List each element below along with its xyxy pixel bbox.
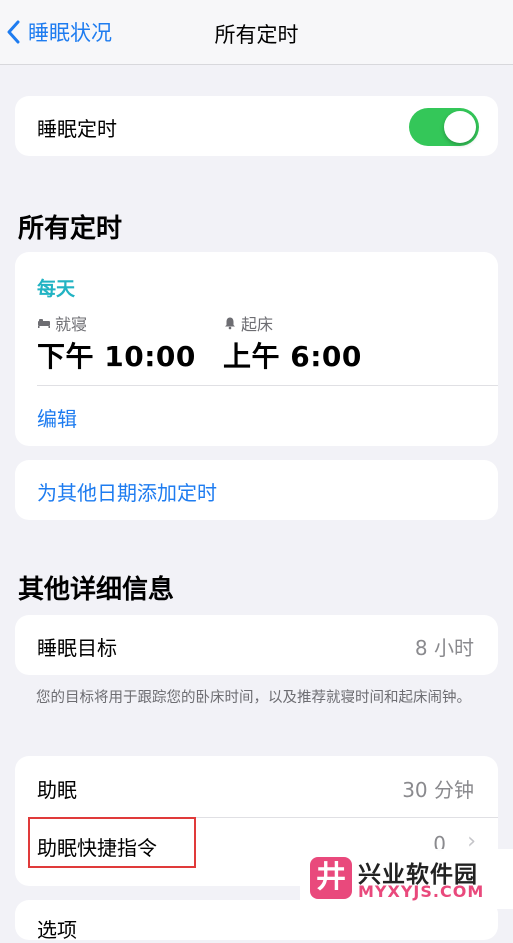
bed-icon [38,319,50,328]
add-schedule-button[interactable]: 为其他日期添加定时 [37,477,217,506]
bell-icon [225,317,235,330]
page-title: 所有定时 [214,23,299,47]
all-schedules-heading: 所有定时 [18,214,123,244]
sleep-schedule-card: 睡眠定时 [15,96,498,156]
wind-down-label[interactable]: 助眠 [37,774,77,803]
sleep-schedule-label: 睡眠定时 [37,117,117,141]
options-label[interactable]: 选项 [37,914,77,943]
sleep-schedule-toggle[interactable] [409,108,479,146]
sleep-goal-label: 睡眠目标 [37,636,117,660]
wake-label: 起床 [241,315,274,334]
highlight-box [28,817,196,868]
schedule-days: 每天 [37,278,76,300]
schedule-card: 每天 就寝 下午 10:00 起床 上午 6:00 编辑 [15,252,498,446]
watermark-logo: 井 [310,857,352,899]
wake-caption: 起床 [223,311,273,335]
sleep-goal-footnote: 您的目标将用于跟踪您的卧床时间，以及推荐就寝时间和起床闹钟。 [36,690,471,706]
sleep-goal-value: 8 小时 [414,636,474,660]
wake-value: 上午 6:00 [223,340,362,373]
sleep-goal-row[interactable]: 睡眠目标 8 小时 [15,615,498,675]
bedtime-label: 就寝 [55,315,88,334]
edit-schedule-button[interactable]: 编辑 [37,403,77,432]
bedtime-value: 下午 10:00 [37,340,196,373]
wind-down-value: 30 分钟 [402,778,474,802]
watermark-domain: MYXYJS.COM [358,882,485,901]
other-details-heading: 其他详细信息 [18,575,175,605]
add-schedule-card[interactable]: 为其他日期添加定时 [15,460,498,520]
divider [37,385,498,386]
navigation-bar: 睡眠状况 所有定时 [0,0,513,65]
toggle-knob [444,111,476,143]
watermark: 井 兴业软件园 MYXYJS.COM [300,849,513,909]
bedtime-caption: 就寝 [37,311,87,335]
